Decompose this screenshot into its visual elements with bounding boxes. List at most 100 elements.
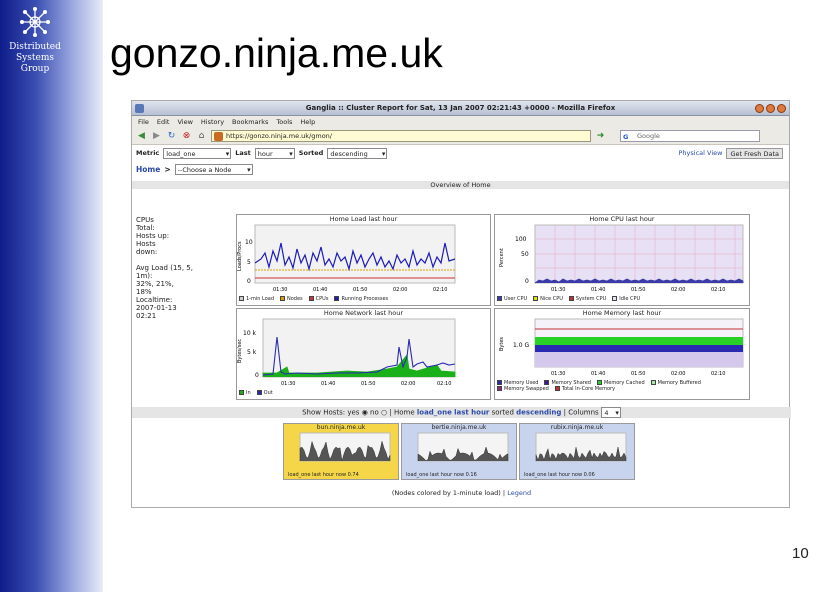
separator: | xyxy=(389,408,392,417)
memory-chart: 1.0 G 01:30 01:40 01:50 02:00 02:10 Bytes xyxy=(499,318,744,377)
reload-icon[interactable]: ↻ xyxy=(166,131,177,142)
home-icon[interactable]: ⌂ xyxy=(196,131,207,142)
stat-line: 32%, 21%, xyxy=(136,280,174,288)
back-icon[interactable]: ◀ xyxy=(136,131,147,142)
svg-text:01:30: 01:30 xyxy=(273,287,287,293)
showbar-order: descending xyxy=(516,408,562,417)
graph-title: Home Memory last hour xyxy=(582,309,662,317)
search-placeholder: Google xyxy=(637,132,660,140)
close-icon[interactable] xyxy=(777,104,786,113)
host-thumbnail[interactable]: bun.ninja.me.uk load_one last hour now 0.… xyxy=(283,423,399,480)
slide-sidebar: Distributed Systems Group xyxy=(0,0,103,592)
window-menu-icon[interactable] xyxy=(135,104,144,113)
svg-text:10: 10 xyxy=(245,239,253,246)
host-thumbnail[interactable]: rubix.ninja.me.uk load_one last hour now … xyxy=(519,423,635,480)
stat-line xyxy=(136,256,232,264)
host-legend: load_one last hour now 0.06 xyxy=(524,472,595,478)
menu-tools[interactable]: Tools xyxy=(276,116,292,128)
svg-text:02:10: 02:10 xyxy=(711,287,725,293)
maximize-icon[interactable] xyxy=(766,104,775,113)
url-bar[interactable]: https://gonzo.ninja.me.uk/gmon/ xyxy=(211,130,591,142)
svg-text:01:30: 01:30 xyxy=(551,371,565,377)
svg-text:01:30: 01:30 xyxy=(551,287,565,293)
stat-line: Hosts xyxy=(136,240,156,248)
network-ylabel: Bytes/sec xyxy=(237,339,243,363)
svg-text:01:50: 01:50 xyxy=(353,287,367,293)
legend-item: Running Processes xyxy=(334,296,388,302)
host-load-chart xyxy=(535,432,627,462)
host-thumbnail[interactable]: bertie.ninja.me.uk load_one last hour now… xyxy=(401,423,517,480)
slide-title: gonzo.ninja.me.uk xyxy=(110,30,443,76)
menu-bookmarks[interactable]: Bookmarks xyxy=(232,116,268,128)
stat-line: down: xyxy=(136,248,158,256)
graph-title: Home CPU last hour xyxy=(589,215,655,223)
breadcrumb: Home > --Choose a Node xyxy=(132,161,789,177)
menu-file[interactable]: File xyxy=(138,116,149,128)
legend-item: 1-min Load xyxy=(239,296,274,302)
logo-line: Distributed xyxy=(9,42,61,52)
legend-link[interactable]: Legend xyxy=(507,489,531,497)
svg-text:100: 100 xyxy=(515,236,527,243)
physical-view-link[interactable]: Physical View xyxy=(679,149,723,157)
navigation-toolbar: ◀ ▶ ↻ ⊗ ⌂ https://gonzo.ninja.me.uk/gmon… xyxy=(132,128,789,145)
menu-edit[interactable]: Edit xyxy=(157,116,170,128)
go-icon[interactable]: ➜ xyxy=(595,131,606,142)
stop-icon[interactable]: ⊗ xyxy=(181,131,192,142)
stat-line: Localtime: xyxy=(136,296,173,304)
svg-text:02:00: 02:00 xyxy=(393,287,407,293)
metric-label: Metric xyxy=(136,149,160,157)
show-hosts-yes-radio[interactable]: ◉ xyxy=(362,409,368,417)
stat-line: Avg Load (15, 5, xyxy=(136,264,193,272)
svg-text:50: 50 xyxy=(521,251,529,258)
columns-label: | Columns xyxy=(563,408,599,417)
svg-text:02:10: 02:10 xyxy=(433,287,447,293)
show-hosts-no-radio[interactable]: ○ xyxy=(381,409,387,417)
cpu-graph[interactable]: Home CPU last hour 100 50 0 01:30 01:40 01:5… xyxy=(494,214,750,306)
svg-text:01:40: 01:40 xyxy=(321,381,335,387)
footer-note: (Nodes colored by 1-minute load) xyxy=(391,489,501,497)
legend-item: In xyxy=(239,390,251,396)
load-graph[interactable]: Home Load last hour 10 5 0 01:30 01:40 01:50… xyxy=(236,214,491,306)
logo-text: Distributed Systems Group xyxy=(0,42,70,75)
svg-text:1.0 G: 1.0 G xyxy=(513,342,529,349)
last-select[interactable]: hour xyxy=(254,147,295,159)
legend-item: Nodes xyxy=(280,296,303,302)
home-link[interactable]: Home xyxy=(136,165,160,174)
svg-text:02:00: 02:00 xyxy=(671,287,685,293)
showbar-home: Home xyxy=(393,408,415,417)
stat-line: 18% xyxy=(136,288,152,296)
logo-line: Group xyxy=(20,64,50,74)
show-hosts-bar: Show Hosts: yes ◉ no ○ | Home load_one l… xyxy=(132,407,791,418)
showbar-metric: load_one xyxy=(416,408,452,417)
load-ylabel: Loads/Procs xyxy=(237,241,243,271)
network-legend: In Out xyxy=(239,390,273,396)
menu-history[interactable]: History xyxy=(201,116,224,128)
memory-graph[interactable]: Home Memory last hour 1.0 G 01:30 01:40 01… xyxy=(494,308,750,400)
svg-text:02:00: 02:00 xyxy=(671,371,685,377)
memory-ylabel: Bytes xyxy=(499,337,505,351)
menu-view[interactable]: View xyxy=(177,116,192,128)
host-name: rubix.ninja.me.uk xyxy=(550,424,604,431)
network-graph[interactable]: Home Network last hour 10 k 5 k 0 01:30 01:… xyxy=(236,308,491,400)
svg-text:01:40: 01:40 xyxy=(591,287,605,293)
svg-text:02:10: 02:10 xyxy=(711,371,725,377)
svg-text:02:10: 02:10 xyxy=(437,381,451,387)
minimize-icon[interactable] xyxy=(755,104,764,113)
legend-item: System CPU xyxy=(568,296,606,302)
network-logo-icon xyxy=(20,7,50,37)
host-name: bun.ninja.me.uk xyxy=(316,424,366,431)
node-select[interactable]: --Choose a Node xyxy=(174,163,253,175)
host-legend: load_one last hour now 0.74 xyxy=(288,472,359,478)
get-fresh-data-button[interactable]: Get Fresh Data xyxy=(726,147,783,159)
forward-icon[interactable]: ▶ xyxy=(151,131,162,142)
menu-help[interactable]: Help xyxy=(300,116,315,128)
sorted-label: Sorted xyxy=(298,149,324,157)
columns-select[interactable]: 4 xyxy=(600,407,621,418)
sorted-select[interactable]: descending xyxy=(327,147,388,159)
stat-line: 02:21 xyxy=(136,312,157,320)
search-input[interactable]: G Google xyxy=(620,130,760,142)
metric-select[interactable]: load_one xyxy=(163,147,232,159)
svg-text:5 k: 5 k xyxy=(247,349,257,356)
stat-line: 1m): xyxy=(136,272,153,280)
svg-text:01:40: 01:40 xyxy=(313,287,327,293)
